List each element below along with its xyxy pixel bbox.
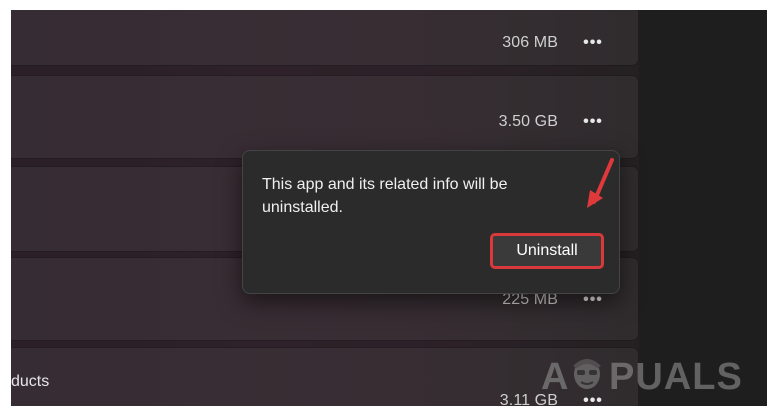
- watermark-text-left: A: [541, 356, 570, 398]
- app-list-item[interactable]: 3.50 GB •••: [11, 75, 639, 159]
- uninstall-message: This app and its related info will be un…: [262, 176, 508, 216]
- app-size: 306 MB: [502, 34, 558, 51]
- more-options-icon[interactable]: •••: [578, 112, 608, 132]
- annotation-arrow-icon: [587, 158, 614, 208]
- settings-installed-apps-panel: 306 MB ••• 3.50 GB ••• 225 MB ••• ducts …: [11, 10, 767, 406]
- window-background-pane: [639, 10, 767, 406]
- app-size: 3.50 GB: [498, 113, 558, 130]
- watermark-text-right: PUALS: [609, 356, 743, 398]
- mascot-icon: [573, 359, 601, 389]
- uninstall-button[interactable]: Uninstall: [490, 233, 604, 269]
- more-options-icon[interactable]: •••: [578, 33, 608, 53]
- app-name: ducts: [11, 373, 50, 390]
- uninstall-confirmation-flyout: This app and its related info will be un…: [242, 150, 620, 294]
- watermark-logo: A PUALS: [539, 348, 767, 406]
- app-list-item[interactable]: 306 MB •••: [11, 10, 639, 66]
